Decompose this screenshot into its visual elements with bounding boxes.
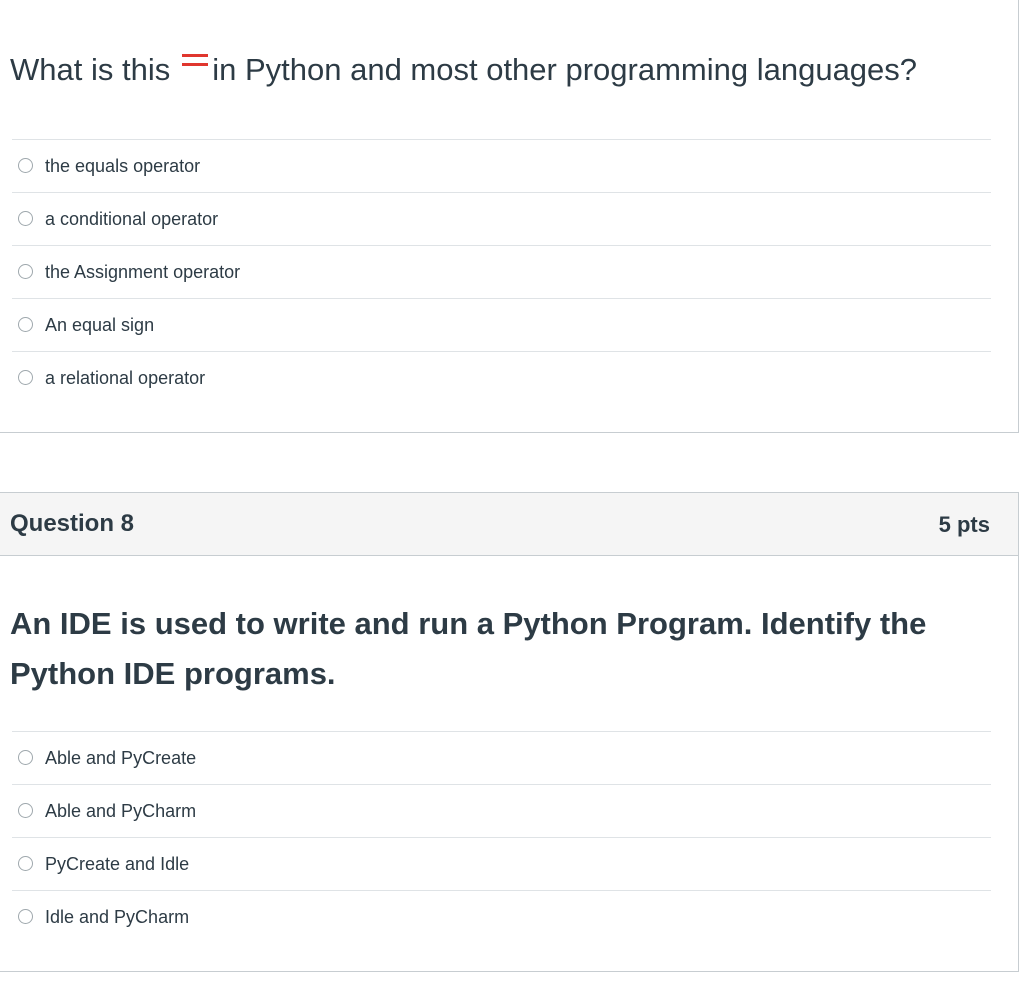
question-points: 5 pts bbox=[938, 512, 990, 537]
radio-button[interactable] bbox=[18, 803, 33, 818]
answer-option[interactable]: a conditional operator bbox=[12, 192, 991, 245]
radio-button[interactable] bbox=[18, 264, 33, 279]
answer-option[interactable]: a relational operator bbox=[12, 351, 991, 404]
radio-button[interactable] bbox=[18, 856, 33, 871]
question-7-text-before: What is this bbox=[10, 52, 171, 87]
answer-option[interactable]: Idle and PyCharm bbox=[12, 890, 991, 943]
answer-label[interactable]: a relational operator bbox=[45, 367, 205, 389]
radio-button[interactable] bbox=[18, 211, 33, 226]
answer-label[interactable]: Able and PyCharm bbox=[45, 800, 196, 822]
radio-button[interactable] bbox=[18, 317, 33, 332]
question-7-text-after: in Python and most other programming lan… bbox=[212, 52, 918, 87]
question-7-text: What is this in Python and most other pro… bbox=[10, 50, 917, 90]
question-title: Question 8 bbox=[10, 510, 135, 537]
answer-option[interactable]: Able and PyCharm bbox=[12, 784, 991, 837]
equals-sign-image bbox=[176, 50, 209, 90]
answer-label[interactable]: Idle and PyCharm bbox=[45, 906, 189, 928]
question-8-text: An IDE is used to write and run a Python… bbox=[10, 606, 927, 691]
question-7-card: What is this in Python and most other pro… bbox=[0, 0, 1019, 433]
question-7-answers: the equals operator a conditional operat… bbox=[12, 139, 991, 404]
answer-option[interactable]: PyCreate and Idle bbox=[12, 837, 991, 890]
radio-button[interactable] bbox=[18, 909, 33, 924]
answer-label[interactable]: a conditional operator bbox=[45, 208, 218, 230]
answer-label[interactable]: the Assignment operator bbox=[45, 261, 240, 283]
question-8-card: Question 8 5 pts An IDE is used to write… bbox=[0, 492, 1019, 972]
question-header: Question 8 5 pts bbox=[0, 493, 1018, 556]
answer-label[interactable]: An equal sign bbox=[45, 314, 154, 336]
answer-label[interactable]: Able and PyCreate bbox=[45, 747, 196, 769]
radio-button[interactable] bbox=[18, 750, 33, 765]
answer-option[interactable]: An equal sign bbox=[12, 298, 991, 351]
radio-button[interactable] bbox=[18, 370, 33, 385]
question-8-answers: Able and PyCreate Able and PyCharm PyCre… bbox=[12, 731, 991, 943]
answer-option[interactable]: the Assignment operator bbox=[12, 245, 991, 298]
radio-button[interactable] bbox=[18, 158, 33, 173]
answer-label[interactable]: PyCreate and Idle bbox=[45, 853, 189, 875]
answer-option[interactable]: Able and PyCreate bbox=[12, 731, 991, 784]
answer-label[interactable]: the equals operator bbox=[45, 155, 200, 177]
answer-option[interactable]: the equals operator bbox=[12, 139, 991, 192]
